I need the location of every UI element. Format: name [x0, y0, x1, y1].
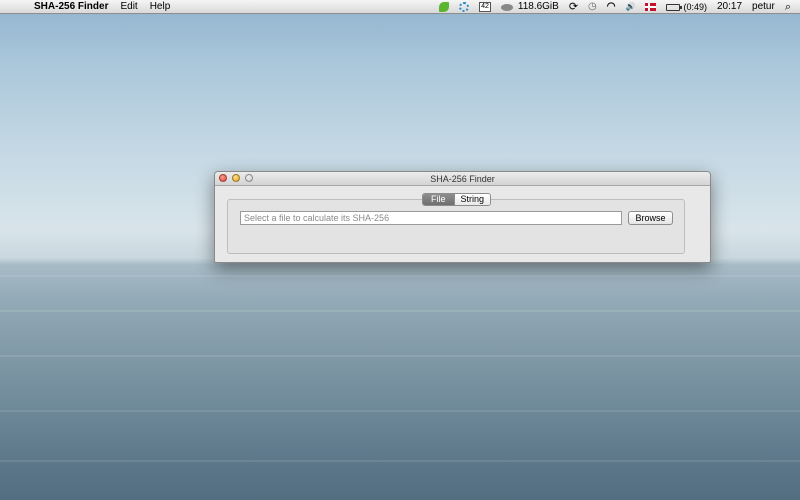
spotlight-status[interactable]: ⌕ — [780, 0, 800, 14]
clock-status[interactable]: 20:17 — [712, 0, 747, 14]
disk-free-label: 118.6GiB — [517, 1, 559, 12]
menu-edit[interactable]: Edit — [114, 0, 143, 14]
battery-time-label: (0:49) — [683, 2, 707, 12]
tab-file[interactable]: File — [423, 194, 454, 205]
close-button[interactable] — [219, 174, 227, 182]
window-title: SHA-256 Finder — [430, 174, 495, 184]
water-ripple — [0, 275, 800, 277]
menu-bar: SHA-256 Finder Edit Help 42 118.6GiB ⟳ ◷… — [0, 0, 800, 14]
wifi-status[interactable]: ◠ — [602, 0, 621, 14]
status-menus: 42 118.6GiB ⟳ ◷ ◠ 🔊 (0:49) 20:17 petur ⌕ — [434, 0, 800, 14]
input-source-status[interactable] — [640, 3, 661, 11]
water-ripple — [0, 460, 800, 462]
volume-status[interactable]: 🔊 — [621, 0, 641, 14]
menubar-time: 20:17 — [717, 1, 743, 12]
menu-app-name[interactable]: SHA-256 Finder — [30, 0, 114, 14]
calendar-status[interactable]: 42 — [474, 2, 496, 12]
zoom-button[interactable] — [245, 174, 253, 182]
tab-string[interactable]: String — [453, 194, 491, 205]
browse-button[interactable]: Browse — [628, 211, 673, 225]
gear-icon — [459, 2, 470, 12]
tab-bar: File String — [422, 193, 492, 206]
menu-help[interactable]: Help — [144, 0, 177, 14]
water-ripple — [0, 410, 800, 412]
file-path-input[interactable] — [240, 211, 622, 225]
search-icon: ⌕ — [784, 1, 791, 13]
water-ripple — [0, 310, 800, 312]
danish-flag-icon — [645, 3, 657, 11]
sync-status[interactable]: ⟳ — [564, 0, 583, 14]
evernote-status[interactable] — [434, 2, 454, 12]
sha256-finder-window: SHA-256 Finder File String Browse — [214, 171, 711, 263]
file-tab-panel: Browse — [227, 199, 685, 254]
clock-icon: ◷ — [588, 1, 597, 12]
wifi-icon: ◠ — [606, 1, 616, 12]
time-machine-status[interactable]: ◷ — [583, 0, 602, 14]
settings-status[interactable] — [454, 2, 474, 12]
disk-icon — [500, 3, 513, 11]
sync-icon: ⟳ — [568, 1, 579, 13]
battery-status[interactable]: (0:49) — [661, 0, 712, 14]
battery-icon — [666, 3, 683, 11]
user-status[interactable]: petur — [747, 0, 780, 14]
menubar-user: petur — [752, 1, 775, 12]
minimize-button[interactable] — [232, 174, 240, 182]
water-ripple — [0, 355, 800, 357]
window-titlebar[interactable]: SHA-256 Finder — [215, 172, 710, 186]
volume-icon: 🔊 — [625, 2, 636, 11]
leaf-icon — [439, 2, 450, 12]
calendar-icon: 42 — [479, 2, 491, 12]
disk-status[interactable]: 118.6GiB — [496, 0, 564, 14]
